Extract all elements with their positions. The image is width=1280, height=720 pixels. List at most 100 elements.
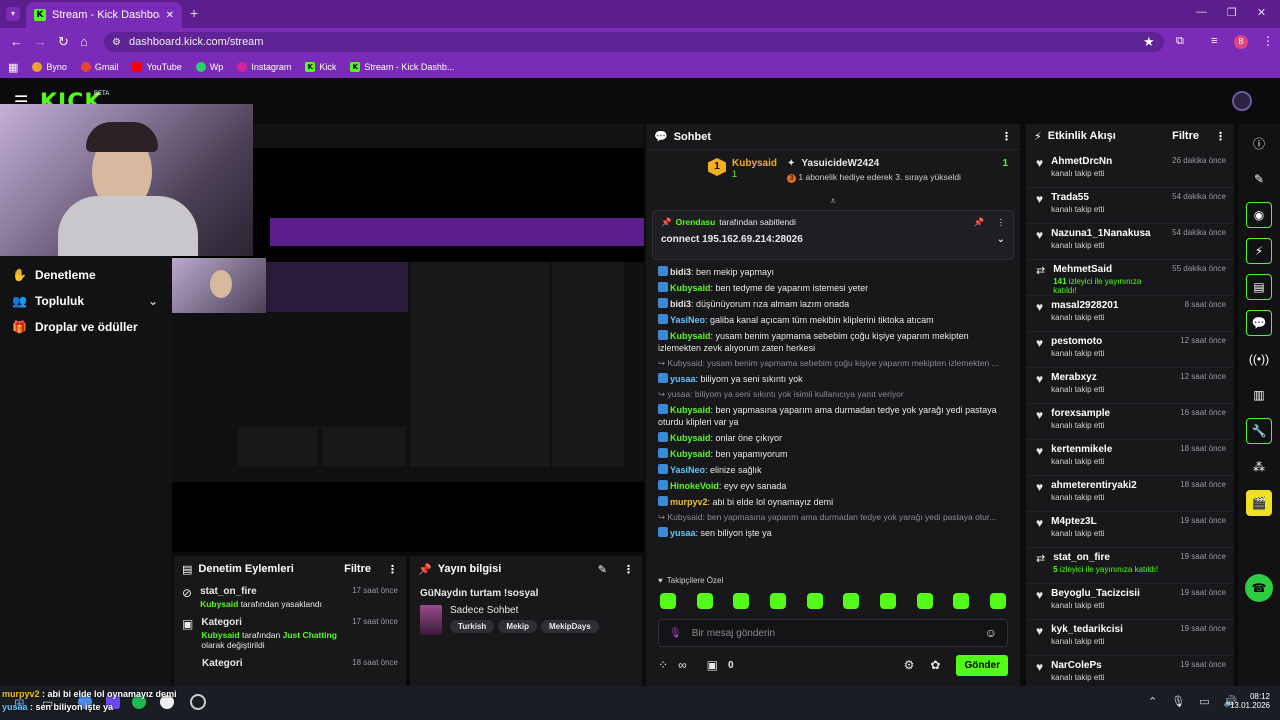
activity-item: ♥ Merabxyz kanalı takip etti 12 saat önce (1026, 368, 1234, 404)
tray-chevron-icon[interactable]: ⌃ (1148, 695, 1157, 708)
moderation-panel: ▤ Denetim Eylemleri Filtre ⋮ ⊘ stat_on_fire… (174, 556, 406, 686)
shapes-icon[interactable]: ⁂ (1246, 454, 1272, 480)
pencil-icon[interactable]: ✎ (1246, 166, 1272, 192)
gear-icon[interactable]: ⚙ (904, 658, 915, 672)
emote-icon[interactable] (660, 593, 676, 609)
emote-icon[interactable] (843, 593, 860, 609)
chat-input-placeholder: Bir mesaj gönderin (691, 627, 776, 639)
network-icon[interactable]: ▭ (1199, 695, 1209, 708)
tab-stream[interactable]: K Stream - Kick Dashboard ✕ (26, 2, 182, 28)
chevron-down-icon[interactable]: ⌄ (148, 294, 158, 308)
info-icon[interactable]: ⓘ (1246, 130, 1272, 156)
clapper-icon[interactable]: 🎬 (1246, 490, 1272, 516)
chat-message: yusaa: biliyom ya seni sıkıntı yok (646, 371, 1020, 387)
heart-icon: ♥ (1036, 192, 1044, 206)
bookmark-wp[interactable]: Wp (195, 62, 223, 72)
edit-icon[interactable]: ✎ (598, 563, 607, 576)
printer-icon[interactable]: ▥ (1246, 382, 1272, 408)
new-tab-icon[interactable]: + (190, 5, 198, 21)
tag[interactable]: Turkish (450, 620, 495, 633)
extensions-icon[interactable]: ⧉ (1176, 35, 1184, 48)
chat-message: murpyv2: abi bi elde lol oynamayız demi (646, 494, 1020, 510)
send-button[interactable]: Gönder (956, 654, 1008, 676)
bookmark-byno[interactable]: Byno (32, 62, 67, 72)
moderator-badge-icon (658, 527, 668, 537)
emote-icon[interactable] (989, 593, 1006, 609)
lightning-icon[interactable]: ⚡ (1246, 238, 1272, 264)
apps-icon[interactable]: ▦ (8, 61, 18, 74)
moderator-badge-icon (658, 282, 668, 292)
user-avatar[interactable] (1232, 91, 1252, 111)
bookmark-youtube[interactable]: YouTube (132, 62, 182, 72)
emote-icon[interactable] (953, 593, 970, 609)
reload-icon[interactable]: ↻ (58, 34, 69, 50)
close-tab-icon[interactable]: ✕ (166, 10, 174, 21)
clock[interactable]: 08:12 13.01.2026 (1226, 692, 1270, 710)
broadcast-icon[interactable]: ((•)) (1246, 346, 1272, 372)
profile-avatar[interactable]: B (1234, 35, 1248, 49)
mic-icon[interactable]: 🎙 (1171, 695, 1185, 708)
menu-icon[interactable]: ⋮ (1262, 34, 1274, 48)
chat-input[interactable]: 🎙 Bir mesaj gönderin ☺ (658, 619, 1008, 647)
moderation-filter-button[interactable]: Filtre (344, 563, 371, 575)
more-icon[interactable]: ⋮ (997, 217, 1006, 228)
bookmark-kick[interactable]: K Kick (305, 62, 336, 72)
emote-picker-icon[interactable]: ✿ (930, 658, 940, 672)
emote-icon[interactable] (696, 593, 713, 609)
wrench-icon[interactable]: 🔧 (1246, 418, 1272, 444)
kick-icon: K (305, 62, 316, 72)
support-icon[interactable]: ☎ (1245, 574, 1273, 602)
close-window-icon[interactable]: ✕ (1257, 6, 1266, 19)
bookmark-stream[interactable]: K Stream - Kick Dashb... (350, 62, 454, 72)
emoji-icon[interactable]: ☺ (985, 626, 997, 640)
heart-icon: ♥ (1036, 660, 1044, 674)
document-icon[interactable]: ▤ (1246, 274, 1272, 300)
chat-message: Kubysaid: ben yapmasına yaparım ama durm… (658, 404, 997, 427)
rank-badge: 1 (708, 158, 726, 176)
chevron-down-icon[interactable]: ⌄ (997, 234, 1005, 245)
tag[interactable]: Mekip (498, 620, 537, 633)
emote-icon[interactable] (879, 593, 896, 609)
forward-icon[interactable]: → (34, 34, 47, 49)
heart-icon: ♥ (1036, 624, 1044, 638)
address-bar[interactable]: ⚙ dashboard.kick.com/stream (104, 32, 1164, 52)
emote-icon[interactable] (806, 593, 823, 609)
maximize-icon[interactable]: ❐ (1227, 6, 1237, 19)
sidebar-item-denetleme[interactable]: ✋ Denetleme (0, 262, 172, 288)
more-icon[interactable]: ⋮ (623, 563, 634, 576)
chat-icon[interactable]: 💬 (1246, 310, 1272, 336)
more-icon[interactable]: ⋮ (1215, 130, 1226, 143)
stream-title: GüNaydın turtam !sosyal (420, 588, 539, 599)
minimize-icon[interactable]: — (1196, 6, 1207, 19)
moderator-badge-icon (658, 266, 668, 276)
chat-message: bidi3: ben mekip yapmayı (646, 264, 1020, 280)
activity-item: ♥ M4ptez3L kanalı takip etti 19 saat önce (1026, 512, 1234, 548)
tab-list-icon[interactable]: ▾ (6, 7, 20, 21)
unpin-icon[interactable]: 📌 (974, 217, 985, 228)
camera-icon[interactable]: ◉ (1246, 202, 1272, 228)
settings-dots-icon[interactable]: ⁘ (658, 658, 668, 672)
obs-icon[interactable] (190, 694, 206, 710)
sidebar-item-topluluk[interactable]: 👥 Topluluk ⌄ (0, 288, 172, 314)
sidebar-item-droplar[interactable]: 🎁 Droplar ve ödüller (0, 314, 172, 340)
back-icon[interactable]: ← (10, 34, 23, 49)
bookmark-gmail[interactable]: Gmail (80, 62, 118, 72)
more-icon[interactable]: ⋮ (1001, 130, 1012, 143)
moderator-badge-icon (658, 432, 668, 442)
emote-icon[interactable] (916, 593, 933, 609)
activity-filter-button[interactable]: Filtre (1172, 130, 1199, 142)
expand-icon[interactable]: ⩡ (646, 197, 1020, 208)
emote-icon[interactable] (733, 593, 750, 609)
site-info-icon[interactable]: ⚙ (112, 37, 121, 48)
media-icon[interactable]: ≡ (1211, 35, 1217, 47)
more-icon[interactable]: ⋮ (387, 563, 398, 576)
link-icon[interactable]: ∞ (678, 658, 687, 672)
emote-icon[interactable] (769, 593, 786, 609)
home-icon[interactable]: ⌂ (80, 34, 88, 49)
gift-icon: 🎁 (12, 320, 27, 334)
tag[interactable]: MekipDays (540, 620, 599, 633)
url-text: dashboard.kick.com/stream (128, 36, 264, 48)
activity-item: ♥ ahmeterentiryaki2 kanalı takip etti 18 sa… (1026, 476, 1234, 512)
bookmark-instagram[interactable]: Instagram (237, 62, 291, 72)
bookmark-star-icon[interactable]: ★ (1143, 34, 1155, 50)
